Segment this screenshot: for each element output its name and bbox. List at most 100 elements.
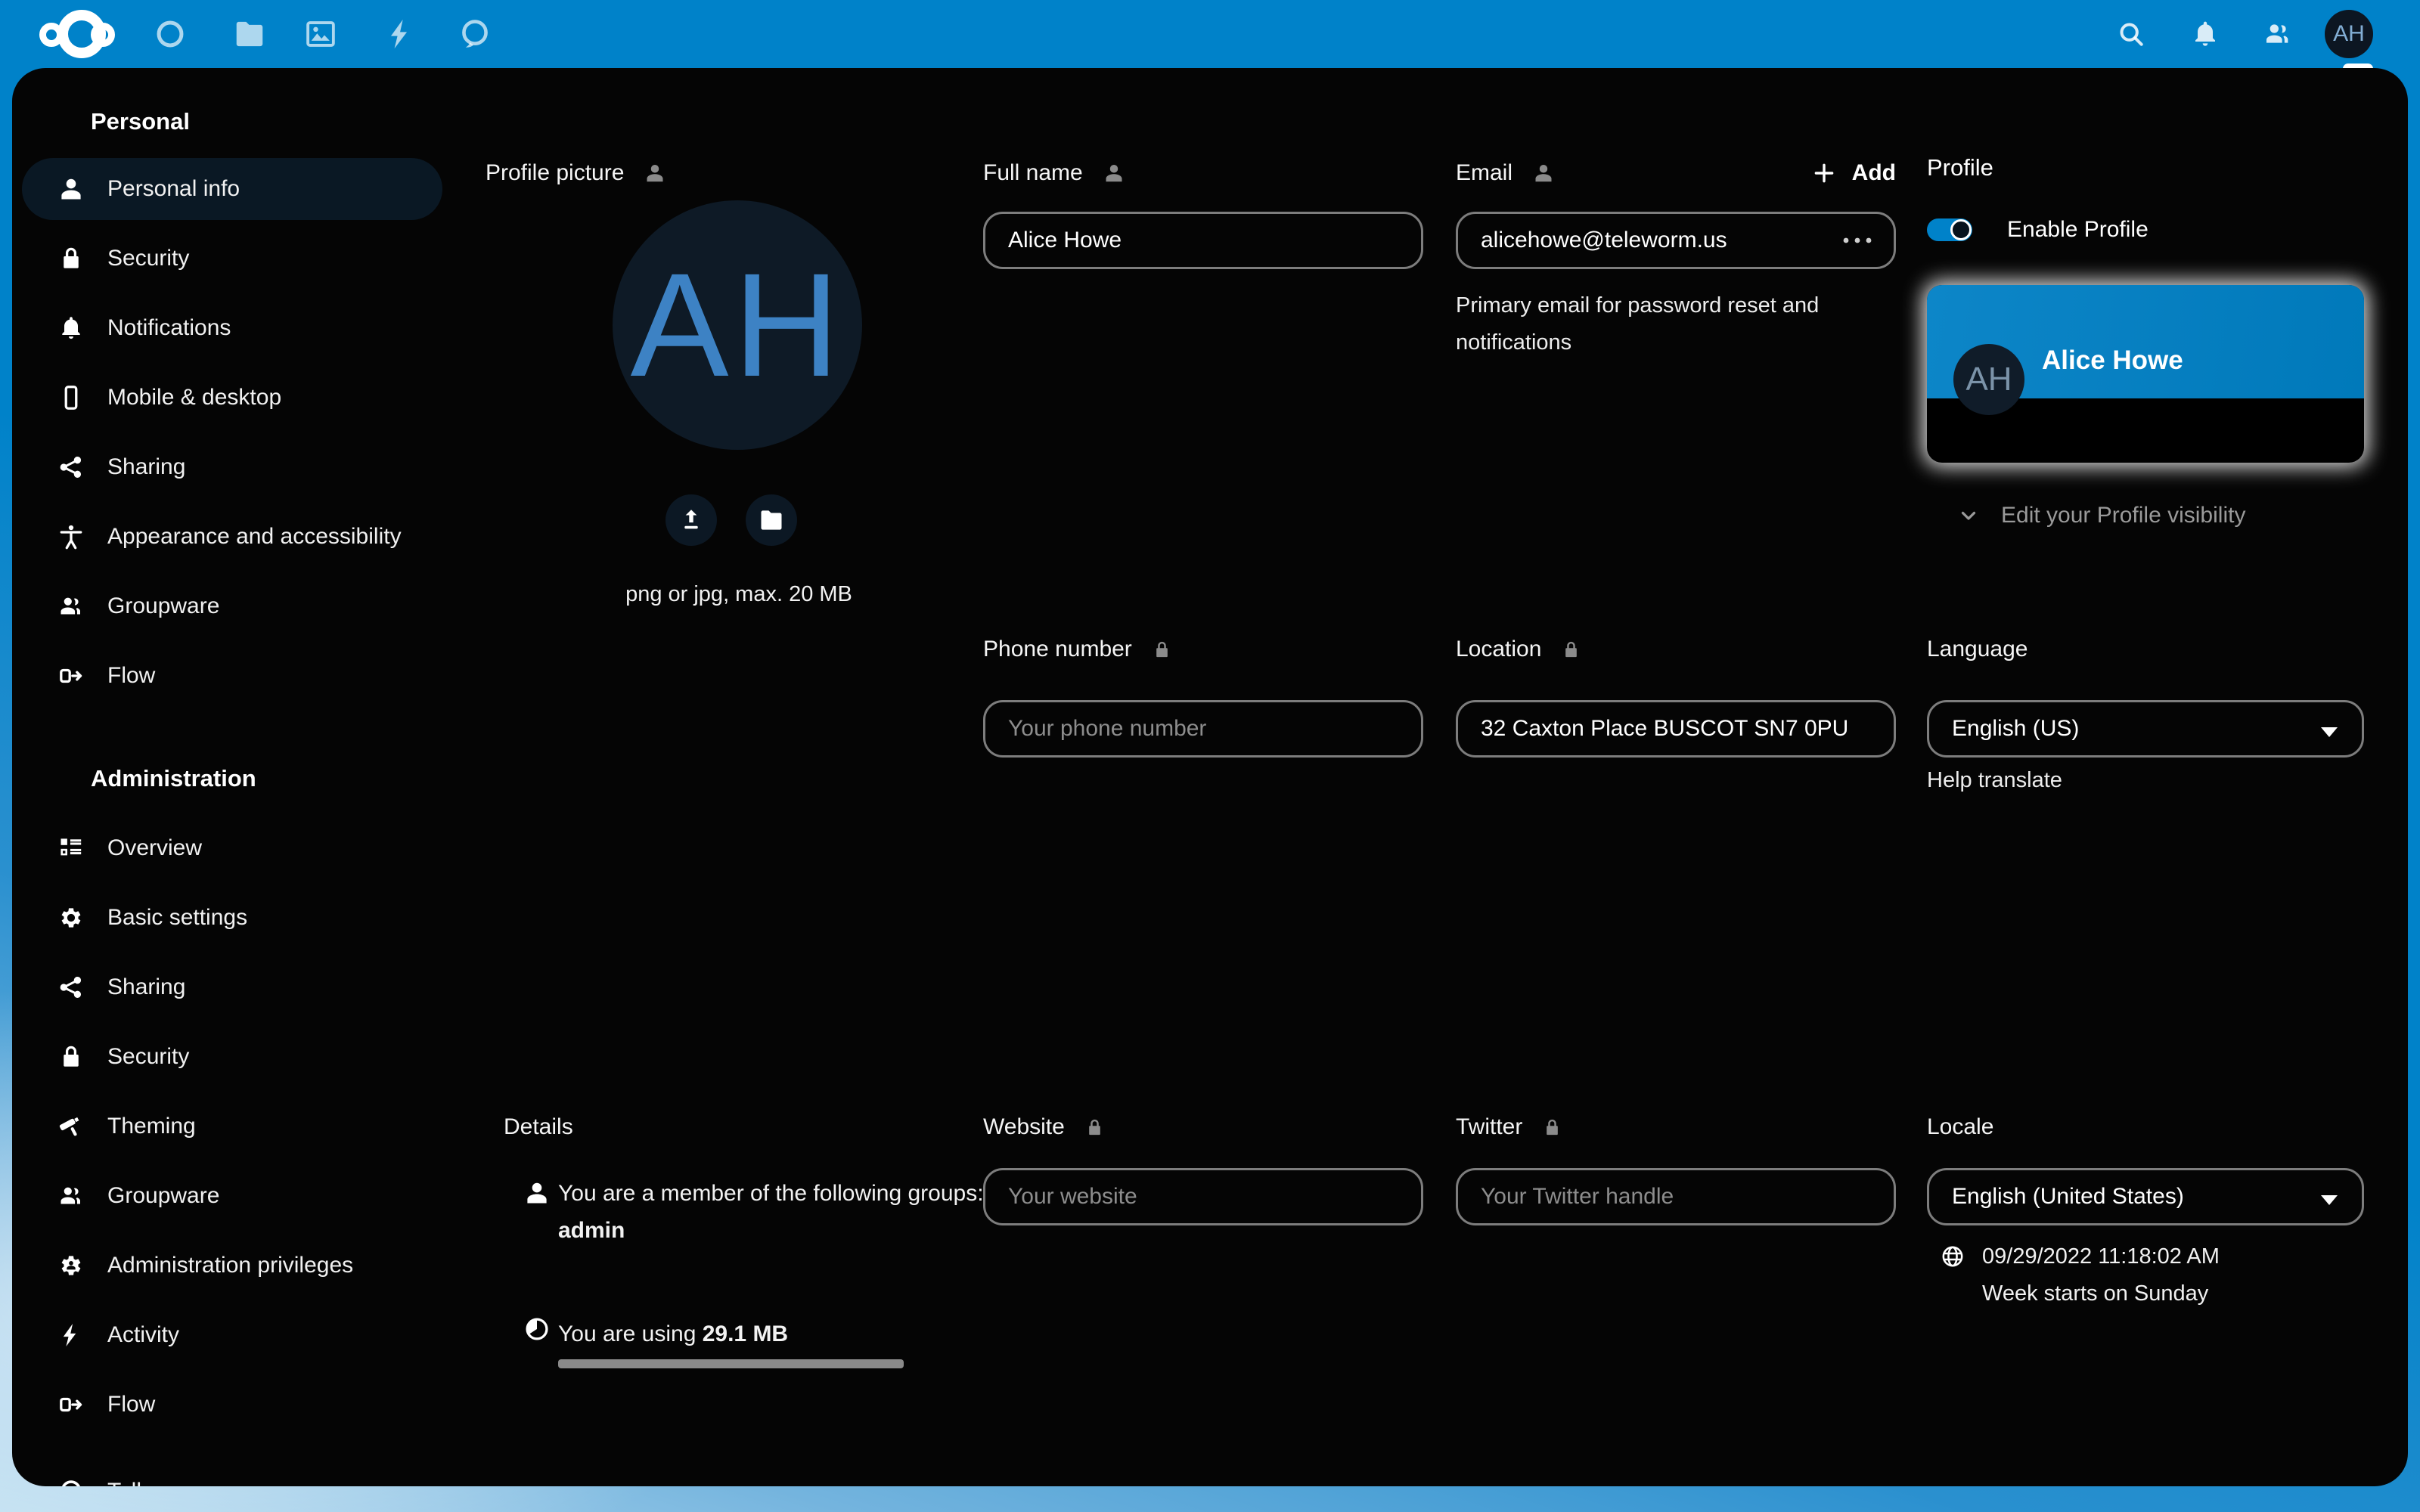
sidebar-item-groupware[interactable]: Groupware bbox=[22, 575, 442, 637]
location-label-row: Location bbox=[1456, 629, 1581, 670]
activity-icon[interactable] bbox=[383, 17, 418, 51]
flow-icon bbox=[57, 662, 85, 689]
profile-heading: Profile bbox=[1927, 147, 1993, 188]
gear-icon bbox=[57, 904, 85, 931]
quota-icon bbox=[523, 1315, 551, 1343]
email-helper-text: Primary email for password reset and not… bbox=[1456, 287, 1857, 361]
profile-picture-section: Profile picture bbox=[486, 153, 666, 194]
sidebar-item-admin-sharing[interactable]: Sharing bbox=[22, 956, 442, 1018]
globe-icon bbox=[1940, 1244, 1965, 1269]
contacts-icon[interactable] bbox=[2263, 19, 2293, 49]
share-icon bbox=[57, 454, 85, 481]
smartphone-icon bbox=[57, 384, 85, 411]
photos-icon[interactable] bbox=[303, 17, 338, 51]
picture-requirements: png or jpg, max. 20 MB bbox=[580, 582, 898, 607]
flow-icon bbox=[57, 1391, 85, 1418]
email-options-icon[interactable] bbox=[1840, 231, 1875, 249]
lock-icon[interactable] bbox=[1542, 1117, 1562, 1138]
website-input[interactable] bbox=[983, 1168, 1423, 1225]
talk-icon[interactable] bbox=[458, 17, 492, 51]
group-name: admin bbox=[558, 1218, 625, 1243]
locale-select[interactable]: English (United States) bbox=[1927, 1168, 2364, 1225]
user-avatar[interactable]: AH bbox=[2325, 10, 2373, 58]
lock-icon[interactable] bbox=[1561, 640, 1581, 660]
sidebar-heading-administration: Administration bbox=[91, 760, 256, 798]
sidebar-item-admin-activity[interactable]: Activity bbox=[22, 1304, 442, 1366]
email-label-row: Email Add bbox=[1456, 153, 1896, 194]
profile-preview-card[interactable]: AH Alice Howe bbox=[1927, 285, 2364, 463]
location-input[interactable] bbox=[1456, 700, 1896, 758]
sidebar-item-notifications[interactable]: Notifications bbox=[22, 297, 442, 359]
sidebar-item-theming[interactable]: Theming bbox=[22, 1095, 442, 1157]
sidebar-item-sharing[interactable]: Sharing bbox=[22, 436, 442, 498]
enable-profile-row: Enable Profile bbox=[1927, 207, 2149, 253]
phone-label-row: Phone number bbox=[983, 629, 1172, 670]
locale-datetime: 09/29/2022 11:18:02 AM bbox=[1982, 1244, 2220, 1269]
language-select[interactable]: English (US) bbox=[1927, 700, 2364, 758]
accessibility-icon bbox=[57, 523, 85, 550]
top-bar: AH bbox=[0, 0, 2420, 68]
plus-icon bbox=[1811, 160, 1837, 186]
share-icon bbox=[57, 974, 85, 1001]
upload-icon bbox=[678, 507, 705, 534]
contacts-icon bbox=[57, 593, 85, 620]
sidebar-item-security[interactable]: Security bbox=[22, 228, 442, 290]
paint-roller-icon bbox=[57, 1113, 85, 1140]
storage-usage-text: You are using 29.1 MB bbox=[558, 1315, 1012, 1352]
enable-profile-toggle[interactable] bbox=[1927, 218, 1972, 241]
lock-icon[interactable] bbox=[1084, 1117, 1105, 1138]
scope-person-icon[interactable] bbox=[1103, 162, 1125, 184]
sidebar-item-overview[interactable]: Overview bbox=[22, 817, 442, 879]
lock-icon bbox=[57, 1043, 85, 1070]
sidebar-item-admin-security[interactable]: Security bbox=[22, 1026, 442, 1088]
details-heading: Details bbox=[504, 1107, 573, 1148]
lock-icon[interactable] bbox=[1152, 640, 1172, 660]
sidebar-item-flow[interactable]: Flow bbox=[22, 645, 442, 707]
dashboard-icon[interactable] bbox=[153, 17, 188, 51]
upload-avatar-button[interactable] bbox=[666, 494, 717, 546]
sidebar-item-personal-info[interactable]: Personal info bbox=[22, 158, 442, 220]
enable-profile-label[interactable]: Enable Profile bbox=[2007, 217, 2149, 243]
sidebar-item-appearance[interactable]: Appearance and accessibility bbox=[22, 506, 442, 568]
full-name-input[interactable] bbox=[983, 212, 1423, 269]
lock-icon bbox=[57, 245, 85, 272]
files-icon[interactable] bbox=[232, 17, 267, 51]
website-label-row: Website bbox=[983, 1107, 1105, 1148]
scope-person-icon[interactable] bbox=[1532, 162, 1555, 184]
sidebar-item-mobile-desktop[interactable]: Mobile & desktop bbox=[22, 367, 442, 429]
bell-icon bbox=[57, 314, 85, 342]
add-email-button[interactable]: Add bbox=[1811, 160, 1896, 186]
language-label-row: Language bbox=[1927, 629, 2028, 670]
gear-person-icon bbox=[57, 1252, 85, 1279]
twitter-input[interactable] bbox=[1456, 1168, 1896, 1225]
avatar-initials: AH bbox=[2333, 21, 2365, 47]
scope-person-icon[interactable] bbox=[644, 162, 666, 184]
twitter-label-row: Twitter bbox=[1456, 1107, 1562, 1148]
sidebar-item-admin-flow[interactable]: Flow bbox=[22, 1374, 442, 1436]
notifications-icon[interactable] bbox=[2190, 19, 2220, 49]
person-icon bbox=[57, 175, 85, 203]
dropdown-arrow-icon bbox=[2321, 727, 2338, 737]
profile-card-name: Alice Howe bbox=[2042, 344, 2183, 377]
avatar-initials: AH bbox=[631, 240, 845, 410]
profile-picture-avatar: AH bbox=[613, 200, 862, 450]
sidebar-item-admin-groupware[interactable]: Groupware bbox=[22, 1165, 442, 1227]
person-icon bbox=[523, 1179, 551, 1207]
usage-value: 29.1 MB bbox=[703, 1321, 788, 1346]
sidebar-item-admin-privileges[interactable]: Administration privileges bbox=[22, 1235, 442, 1297]
nextcloud-logo-icon[interactable] bbox=[38, 0, 121, 68]
sidebar-item-talk[interactable]: Talk bbox=[22, 1461, 442, 1486]
dropdown-arrow-icon bbox=[2321, 1195, 2338, 1205]
locale-datetime-week: 09/29/2022 11:18:02 AM Week starts on Su… bbox=[1982, 1238, 2220, 1312]
help-translate-link[interactable]: Help translate bbox=[1927, 762, 2062, 799]
email-input[interactable] bbox=[1456, 212, 1896, 269]
profile-card-avatar: AH bbox=[1953, 344, 2024, 415]
search-icon[interactable] bbox=[2116, 19, 2146, 49]
locale-label-row: Locale bbox=[1927, 1107, 1993, 1148]
choose-from-files-button[interactable] bbox=[746, 494, 797, 546]
edit-profile-visibility[interactable]: Edit your Profile visibility bbox=[1957, 496, 2245, 535]
phone-input[interactable] bbox=[983, 700, 1423, 758]
contacts-icon bbox=[57, 1182, 85, 1210]
locale-time-row: 09/29/2022 11:18:02 AM Week starts on Su… bbox=[1940, 1238, 2363, 1312]
sidebar-item-basic-settings[interactable]: Basic settings bbox=[22, 887, 442, 949]
